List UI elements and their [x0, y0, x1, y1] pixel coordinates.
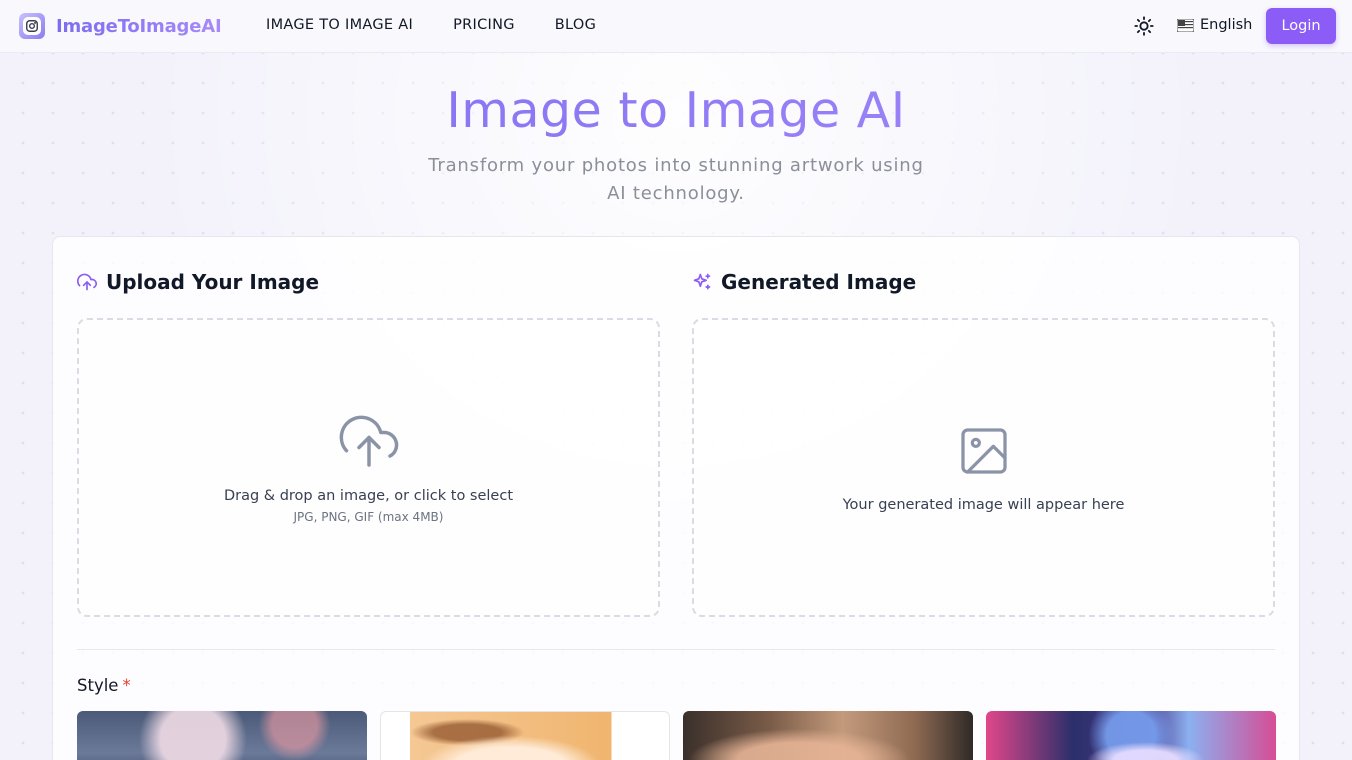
cloud-upload-icon: [77, 273, 97, 291]
nav-link-blog[interactable]: BLOG: [555, 17, 596, 33]
required-mark: *: [122, 676, 131, 695]
brand-logo-link[interactable]: ImageToImageAI: [19, 13, 222, 39]
brand-name: ImageToImageAI: [56, 15, 222, 37]
image-upload-dropzone[interactable]: Drag & drop an image, or click to select…: [77, 318, 660, 617]
language-selector[interactable]: English: [1177, 17, 1252, 33]
section-divider: [77, 649, 1275, 650]
main-card: Upload Your Image Generated Image Drag &…: [52, 236, 1300, 760]
theme-toggle-button[interactable]: [1133, 15, 1155, 37]
cyberpunk-style-thumbnail[interactable]: [986, 711, 1276, 760]
sparkles-icon: [693, 273, 711, 290]
image-placeholder-icon: [960, 427, 1007, 474]
upload-section-title: Upload Your Image: [77, 270, 319, 294]
upload-title-text: Upload Your Image: [106, 270, 320, 294]
generated-placeholder-text: Your generated image will appear here: [842, 496, 1125, 513]
chibi-style-thumbnail[interactable]: [380, 711, 670, 760]
upload-cloud-icon: [339, 415, 398, 467]
logo-icon: [19, 13, 45, 39]
page-title: Image to Image AI: [0, 82, 1352, 139]
flag-icon: [1177, 18, 1194, 32]
realistic-style-thumbnail[interactable]: [683, 711, 973, 760]
dropzone-formats: JPG, PNG, GIF (max 4MB): [293, 509, 444, 524]
generated-image-panel: Your generated image will appear here: [692, 318, 1275, 617]
top-nav-bar: ImageToImageAI IMAGE TO IMAGE AI PRICING…: [0, 0, 1352, 53]
generated-title-text: Generated Image: [721, 270, 917, 294]
sun-icon: [1134, 16, 1154, 36]
anime-style-thumbnail[interactable]: [77, 711, 367, 760]
language-label: English: [1200, 17, 1253, 33]
style-label-text: Style: [77, 676, 119, 695]
main-nav: IMAGE TO IMAGE AI PRICING BLOG: [266, 17, 636, 33]
style-thumbnails: [77, 711, 1276, 760]
dropzone-instruction: Drag & drop an image, or click to select: [223, 487, 514, 504]
nav-link-pricing[interactable]: PRICING: [453, 17, 515, 33]
nav-link-image-to-image-ai[interactable]: IMAGE TO IMAGE AI: [266, 17, 413, 33]
login-button[interactable]: Login: [1266, 8, 1336, 44]
style-label: Style *: [77, 676, 131, 695]
page-subtitle: Transform your photos into stunning artw…: [428, 155, 924, 204]
generated-section-title: Generated Image: [692, 270, 916, 294]
